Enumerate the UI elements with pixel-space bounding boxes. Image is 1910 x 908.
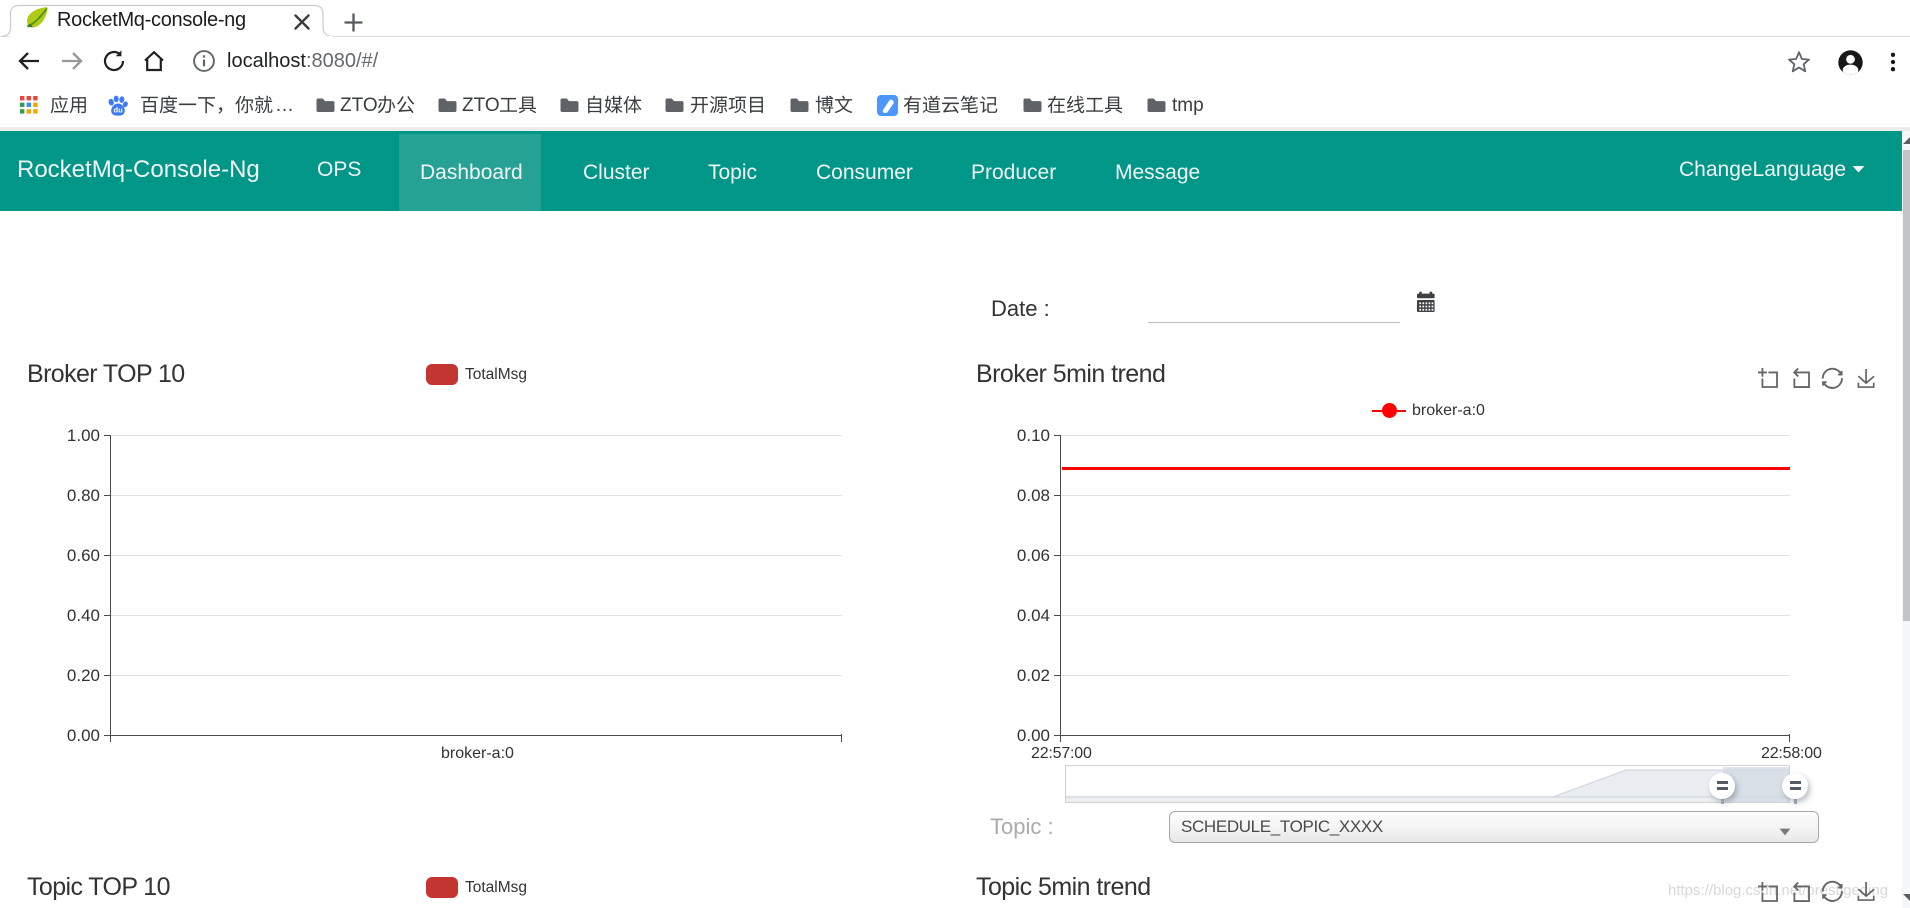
svg-text:du: du	[114, 106, 124, 115]
